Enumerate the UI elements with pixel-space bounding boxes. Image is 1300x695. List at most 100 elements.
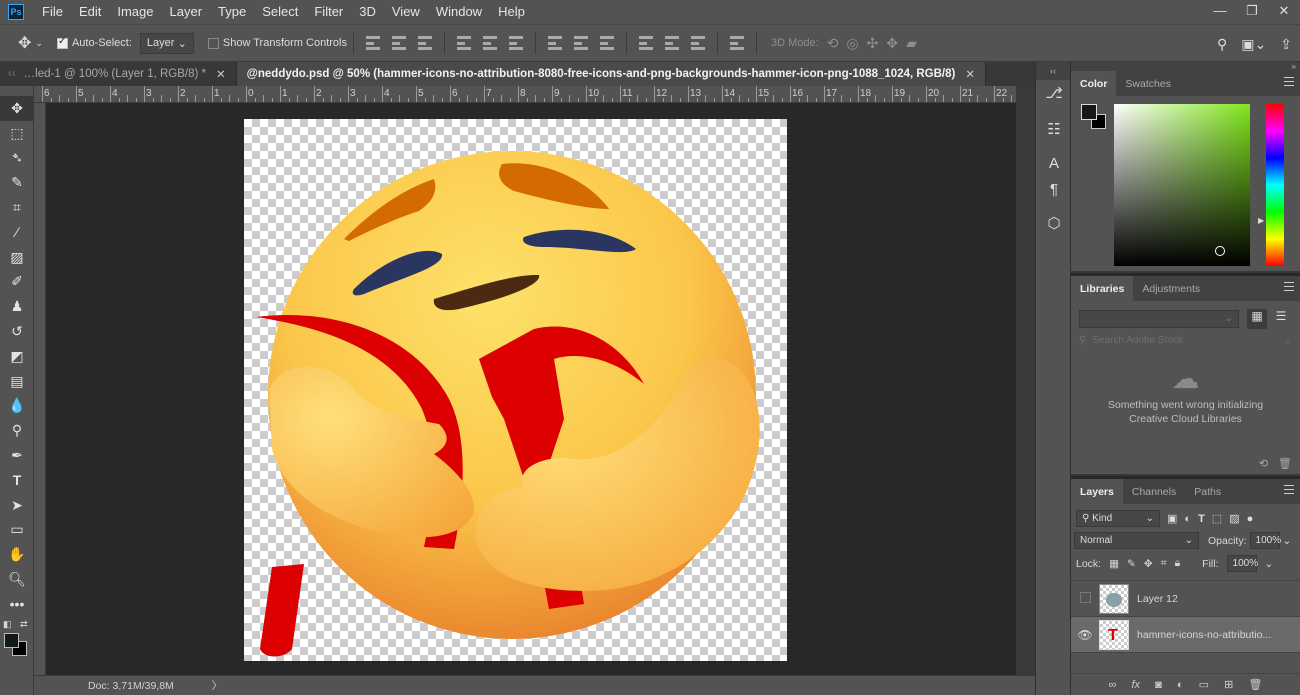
auto-select-target-dropdown[interactable]: Layer ⌄ [139, 32, 194, 54]
tab-neddydo[interactable]: @neddydo.psd @ 50% (hammer-icons-no-attr… [236, 62, 986, 86]
add-mask-icon[interactable]: ◙ [1155, 679, 1162, 691]
lock-position-icon[interactable]: ✥ [1144, 558, 1153, 570]
new-layer-icon[interactable]: ⊞ [1224, 678, 1233, 691]
opacity-chevron-icon[interactable]: ⌄ [1283, 535, 1292, 547]
hue-slider-arrow-icon[interactable]: ▶ [1258, 216, 1264, 225]
eraser-tool-icon[interactable]: ◩ [0, 344, 34, 369]
crop-tool-icon[interactable]: ⌗ [0, 195, 34, 220]
close-window-button[interactable]: ✕ [1268, 0, 1300, 24]
close-tab-icon[interactable]: ✕ [965, 67, 975, 81]
stock-search-input[interactable]: Search Adobe Stock [1092, 335, 1183, 346]
move-tool-icon[interactable]: ✥ [0, 96, 34, 121]
distribute-bottom-icon[interactable] [599, 36, 614, 50]
quick-select-tool-icon[interactable]: ✎ [0, 170, 34, 195]
foreground-color-swatch[interactable] [4, 632, 19, 648]
paragraph-panel-icon[interactable]: ¶ [1036, 176, 1072, 202]
hue-slider[interactable] [1266, 104, 1284, 266]
character-panel-icon[interactable]: A [1036, 150, 1072, 176]
link-layers-icon[interactable]: ∞ [1109, 679, 1117, 691]
canvas-vertical-scrollbar[interactable] [1016, 86, 1035, 675]
show-transform-controls-checkbox[interactable]: Show Transform Controls [207, 37, 347, 49]
path-select-icon[interactable]: ➤ [0, 493, 34, 518]
list-view-icon[interactable]: ☰ [1271, 309, 1291, 329]
align-left-icon[interactable] [456, 36, 471, 50]
document-canvas[interactable] [244, 119, 787, 661]
restore-button[interactable]: ❐ [1236, 0, 1268, 24]
lock-artboard-icon[interactable]: ⌗ [1161, 557, 1167, 570]
filter-pixel-icon[interactable]: ▣ [1167, 512, 1177, 525]
workspace-icon[interactable]: ▣⌄ [1241, 36, 1266, 53]
filter-adjustment-icon[interactable]: ◐ [1184, 513, 1191, 525]
fill-chevron-icon[interactable]: ⌄ [1265, 558, 1274, 570]
3d-panel-icon[interactable]: ⬡ [1036, 210, 1072, 236]
visibility-toggle-off-icon[interactable] [1071, 591, 1099, 606]
align-vcenter-icon[interactable] [391, 36, 406, 50]
menu-image[interactable]: Image [109, 0, 161, 24]
panel-menu-icon[interactable] [1284, 77, 1294, 86]
distribute-hcenter-icon[interactable] [664, 36, 679, 50]
menu-layer[interactable]: Layer [162, 0, 211, 24]
share-icon[interactable]: ⇪ [1280, 36, 1292, 53]
more-tools-icon[interactable]: ••• [0, 592, 34, 617]
tab-libraries[interactable]: Libraries [1071, 276, 1134, 301]
panel-menu-icon[interactable] [1284, 485, 1294, 494]
close-tab-icon[interactable]: ✕ [216, 67, 226, 81]
chevron-down-icon[interactable]: ⌄ [1284, 335, 1292, 346]
healing-brush-icon[interactable]: ▨ [0, 245, 34, 270]
trash-icon[interactable]: 🗑︎ [1278, 457, 1292, 470]
distribute-vcenter-icon[interactable] [573, 36, 588, 50]
layer-style-icon[interactable]: fx [1131, 679, 1140, 691]
menu-edit[interactable]: Edit [71, 0, 109, 24]
blur-tool-icon[interactable]: 💧 [0, 394, 34, 419]
layer-row-hammer[interactable]: 👁︎ T hammer-icons-no-attributio... [1071, 617, 1300, 653]
tab-untitled[interactable]: ‹‹ …led-1 @ 100% (Layer 1, RGB/8) * ✕ [0, 62, 237, 86]
distribute-left-icon[interactable] [638, 36, 653, 50]
default-colors-icon[interactable]: ◧ [3, 619, 12, 630]
lock-transparency-icon[interactable]: ▦ [1109, 558, 1119, 570]
opacity-input[interactable]: 100% [1249, 532, 1281, 549]
history-panel-icon[interactable]: ⎇ [1036, 80, 1072, 106]
new-group-icon[interactable]: ▭ [1199, 678, 1209, 691]
menu-select[interactable]: Select [254, 0, 306, 24]
visibility-eye-icon[interactable]: 👁︎ [1071, 628, 1099, 642]
filter-toggle-icon[interactable]: ● [1247, 513, 1254, 525]
stamp-tool-icon[interactable]: ♟ [0, 294, 34, 319]
menu-view[interactable]: View [384, 0, 428, 24]
menu-filter[interactable]: Filter [306, 0, 351, 24]
tab-swatches[interactable]: Swatches [1116, 71, 1180, 96]
dodge-tool-icon[interactable]: ⚲ [0, 418, 34, 443]
cc-sync-icon[interactable]: ⟲ [1259, 457, 1268, 470]
auto-select-checkbox[interactable]: Auto-Select: [56, 36, 132, 49]
library-select-dropdown[interactable]: ⌄ [1079, 310, 1239, 328]
distribute-top-icon[interactable] [547, 36, 562, 50]
lock-pixels-icon[interactable]: ✎ [1127, 558, 1136, 570]
history-brush-icon[interactable]: ↺ [0, 319, 34, 344]
blend-mode-dropdown[interactable]: Normal ⌄ [1074, 532, 1199, 549]
status-menu-arrow[interactable]: 〉 [212, 678, 223, 693]
menu-help[interactable]: Help [490, 0, 533, 24]
filter-smart-object-icon[interactable]: ▨ [1229, 512, 1239, 525]
align-top-icon[interactable] [365, 36, 380, 50]
zoom-tool-icon[interactable]: 🔍︎ [0, 567, 34, 592]
align-right-icon[interactable] [508, 36, 523, 50]
fill-input[interactable]: 100% [1226, 555, 1258, 572]
rectangle-tool-icon[interactable]: ▭ [0, 518, 34, 543]
3d-mode-icons[interactable]: ⟲◎✣✥▰ [827, 35, 925, 52]
eyedropper-tool-icon[interactable]: ⁄ [0, 220, 34, 245]
layer-filter-dropdown[interactable]: ⚲ Kind ⌄ [1076, 510, 1160, 527]
menu-file[interactable]: File [34, 0, 71, 24]
pen-tool-icon[interactable]: ✒ [0, 443, 34, 468]
swap-colors-icon[interactable]: ⇄ [20, 619, 28, 630]
brush-tool-icon[interactable]: ✐ [0, 270, 34, 295]
delete-layer-icon[interactable]: 🗑︎ [1248, 678, 1262, 691]
menu-window[interactable]: Window [428, 0, 490, 24]
move-tool-preset-icon[interactable]: ✥ ⌄ [18, 33, 43, 53]
marquee-tool-icon[interactable]: ⬚ [0, 121, 34, 146]
grid-view-icon[interactable]: ▦ [1247, 309, 1267, 329]
lock-all-icon[interactable]: 🔒︎ [1175, 557, 1181, 570]
auto-align-icon[interactable] [729, 36, 744, 50]
gradient-tool-icon[interactable]: ▤ [0, 369, 34, 394]
collapse-strip-icon[interactable]: ‹‹ [1036, 62, 1070, 80]
menu-type[interactable]: Type [210, 0, 254, 24]
menu-3d[interactable]: 3D [351, 0, 384, 24]
